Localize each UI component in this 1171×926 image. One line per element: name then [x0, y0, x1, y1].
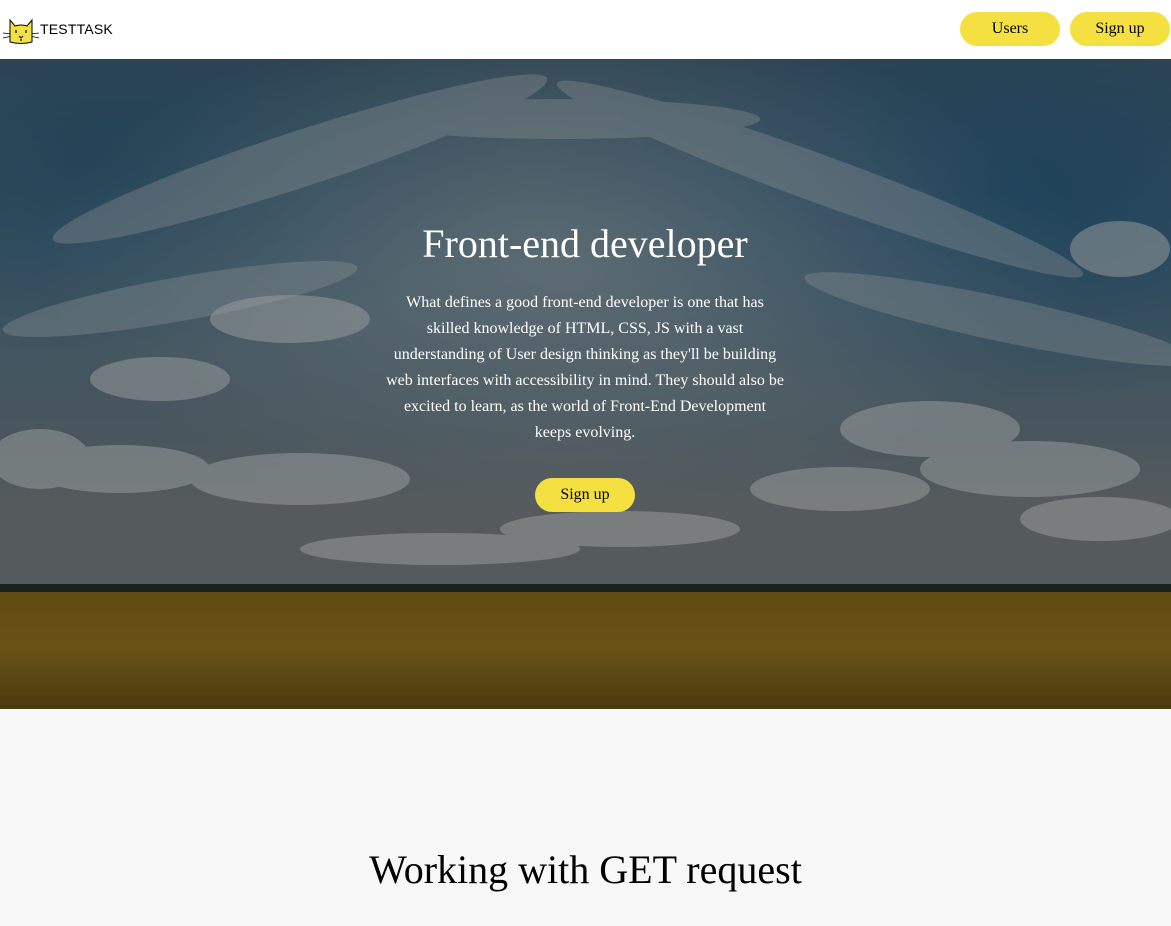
logo-text: TESTTASK: [40, 21, 113, 37]
logo[interactable]: TESTTASK: [2, 14, 113, 44]
hero-title: Front-end developer: [422, 221, 748, 266]
header-nav: Users Sign up: [960, 12, 1170, 46]
get-request-section: Working with GET request: [0, 709, 1171, 926]
hero-banner: Front-end developer What defines a good …: [0, 59, 1171, 709]
hero-signup-button[interactable]: Sign up: [535, 478, 635, 512]
hero-description: What defines a good front-end developer …: [386, 294, 784, 441]
hero-content: Front-end developer What defines a good …: [385, 219, 785, 512]
users-button[interactable]: Users: [960, 12, 1060, 46]
cat-logo-icon: [2, 18, 40, 44]
site-header: TESTTASK Users Sign up: [0, 0, 1171, 59]
header-signup-button[interactable]: Sign up: [1070, 12, 1170, 46]
section-title: Working with GET request: [369, 847, 802, 892]
